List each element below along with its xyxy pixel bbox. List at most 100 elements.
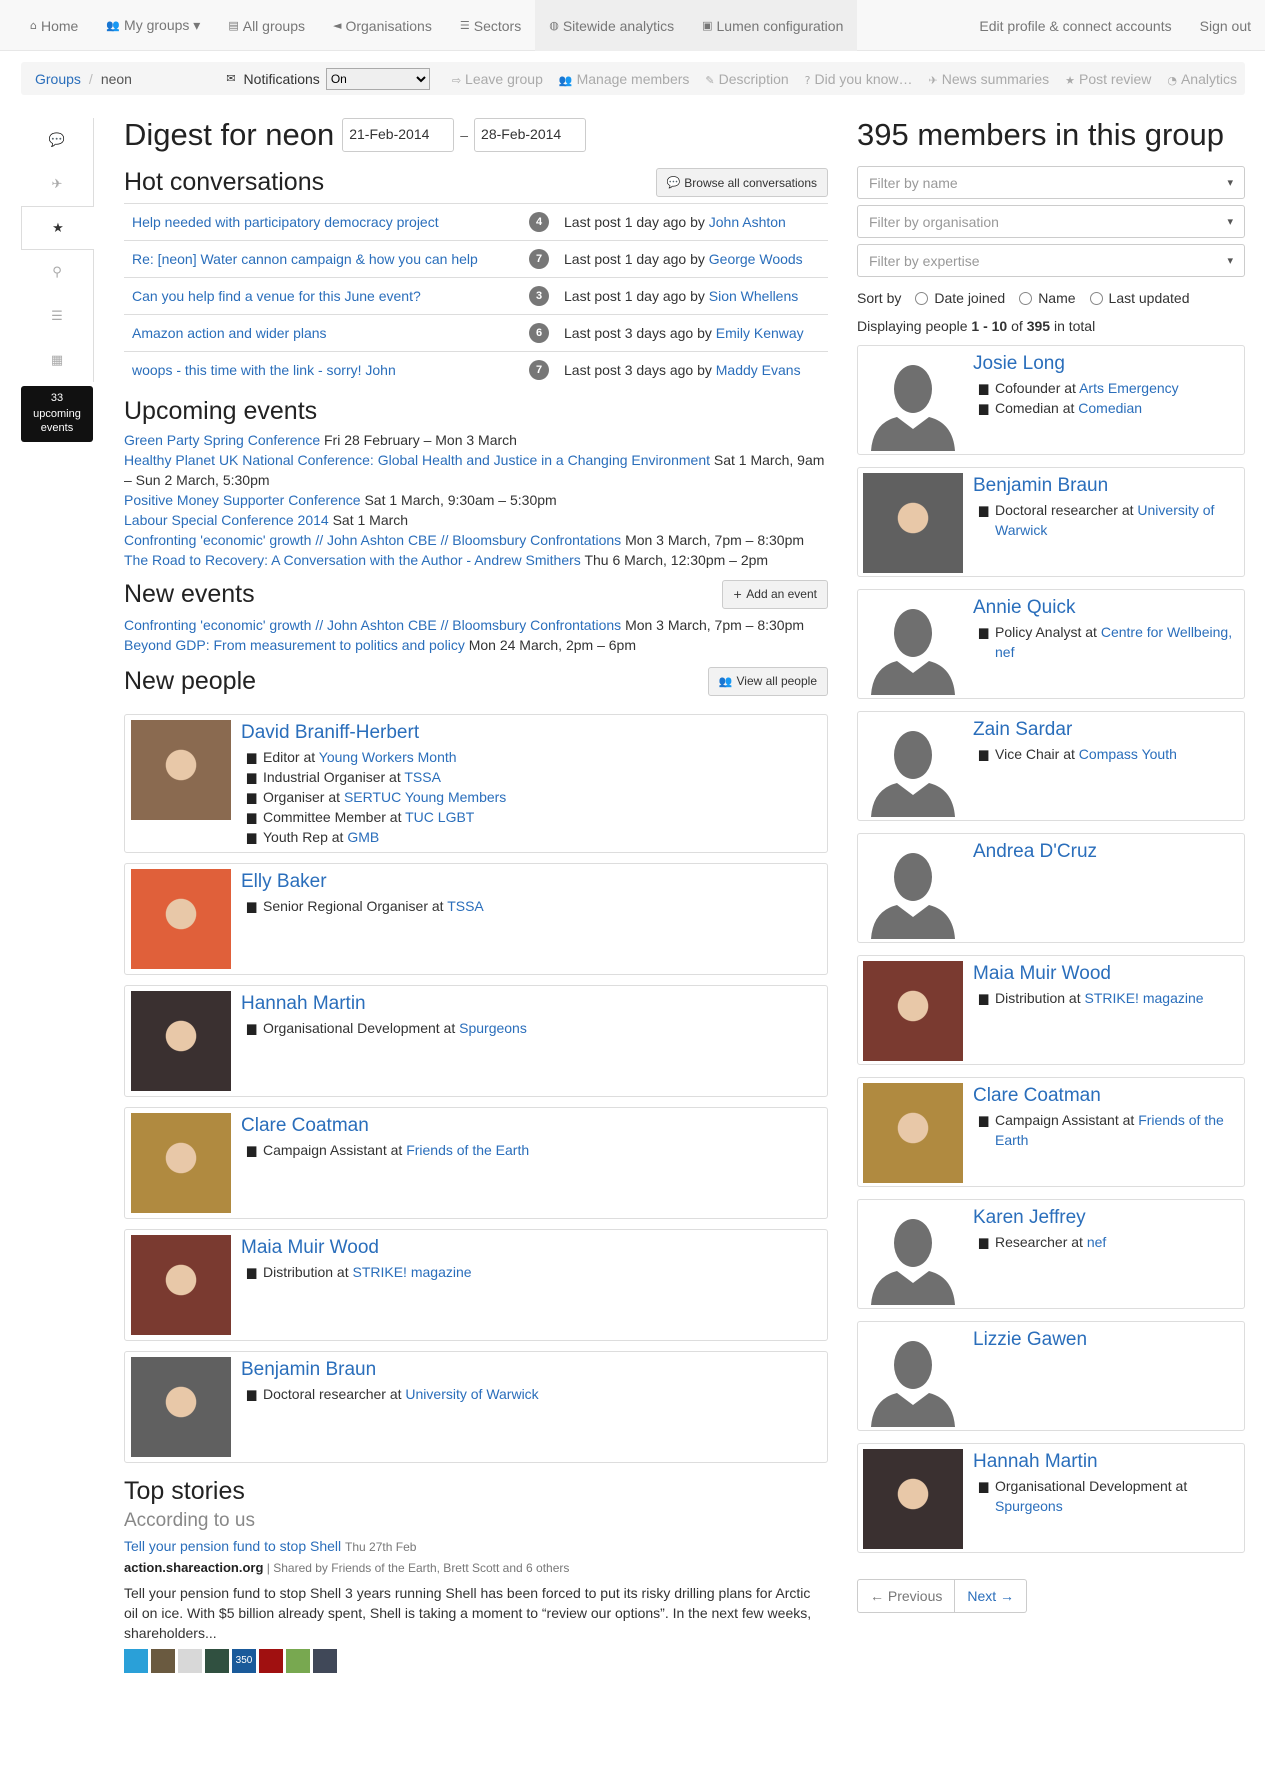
event-link[interactable]: The Road to Recovery: A Conversation wit…: [124, 552, 581, 568]
nav-lumen-configuration[interactable]: ▣ Lumen configuration: [688, 0, 858, 51]
date-to-input[interactable]: 28-Feb-2014: [474, 118, 587, 152]
role-organisation[interactable]: TUC LGBT: [405, 809, 474, 825]
tool-news-summaries[interactable]: ✈ News summaries: [921, 71, 1058, 87]
sort-radio-name[interactable]: [1019, 291, 1033, 305]
role-organisation[interactable]: Compass Youth: [1079, 746, 1177, 762]
member-name[interactable]: Hannah Martin: [973, 1451, 1239, 1473]
next-page-button[interactable]: Next →: [955, 1579, 1028, 1613]
nav-all-groups[interactable]: ▤ All groups: [214, 0, 319, 51]
tool-leave-group[interactable]: ⇨ Leave group: [444, 71, 551, 87]
role-organisation[interactable]: TSSA: [447, 898, 484, 914]
sharer-avatar[interactable]: 350: [232, 1648, 256, 1673]
notifications-select[interactable]: On: [325, 67, 430, 90]
sharer-avatar[interactable]: [205, 1648, 229, 1673]
role-organisation[interactable]: nef: [1087, 1234, 1106, 1250]
sharer-avatar[interactable]: [151, 1648, 175, 1673]
sidenav-twitter[interactable]: ✈: [21, 162, 94, 206]
nav-sectors[interactable]: ☰ Sectors: [446, 0, 535, 51]
sort-radio-last-updated[interactable]: [1089, 291, 1103, 305]
sidenav-calendar[interactable]: ▦: [21, 338, 94, 382]
event-link[interactable]: Labour Special Conference 2014: [124, 512, 329, 528]
sharer-avatar[interactable]: [313, 1648, 337, 1673]
last-post-author[interactable]: George Woods: [709, 251, 803, 267]
event-link[interactable]: Positive Money Supporter Conference: [124, 492, 361, 508]
nav-sign-out[interactable]: Sign out: [1186, 0, 1265, 51]
role-organisation[interactable]: STRIKE! magazine: [352, 1264, 471, 1280]
upcoming-events-title: Upcoming events: [124, 396, 318, 425]
member-name[interactable]: Maia Muir Wood: [973, 963, 1239, 985]
member-name[interactable]: Clare Coatman: [973, 1085, 1239, 1107]
event-link[interactable]: Confronting 'economic' growth // John As…: [124, 617, 621, 633]
sidenav-list[interactable]: ☰: [21, 294, 94, 338]
sharer-avatar[interactable]: [124, 1648, 148, 1673]
story-headline[interactable]: Tell your pension fund to stop Shell: [124, 1538, 341, 1554]
role-organisation[interactable]: Young Workers Month: [319, 749, 457, 765]
sidenav-map-marker[interactable]: ⚲: [21, 250, 94, 294]
event-link[interactable]: Healthy Planet UK National Conference: G…: [124, 452, 710, 468]
nav-my-groups[interactable]: 👥 My groups ▾: [92, 0, 214, 51]
person-name[interactable]: Benjamin Braun: [241, 1359, 539, 1381]
add-event-button[interactable]: + Add an event: [722, 579, 828, 609]
role-organisation[interactable]: Spurgeons: [459, 1020, 527, 1036]
role-organisation[interactable]: SERTUC Young Members: [344, 789, 506, 805]
breadcrumb-groups[interactable]: Groups: [35, 71, 81, 87]
upcoming-events-badge[interactable]: 33 upcoming events: [21, 386, 93, 442]
tool-did-you-know[interactable]: ? Did you know…: [797, 71, 921, 87]
role-organisation[interactable]: Friends of the Earth: [406, 1142, 529, 1158]
sort-radio-date-joined[interactable]: [915, 291, 929, 305]
member-name[interactable]: Josie Long: [973, 353, 1239, 375]
tool-analytics[interactable]: ◔ Analytics: [1159, 71, 1245, 87]
role-organisation[interactable]: Comedian: [1078, 400, 1142, 416]
member-name[interactable]: Benjamin Braun: [973, 475, 1239, 497]
tool-label: Analytics: [1180, 70, 1237, 87]
last-post-author[interactable]: John Ashton: [709, 214, 786, 230]
browse-conversations-button[interactable]: 💬 Browse all conversations: [655, 168, 828, 197]
role-organisation[interactable]: Spurgeons: [995, 1498, 1063, 1514]
member-name[interactable]: Andrea D'Cruz: [973, 841, 1239, 863]
event-link[interactable]: Confronting 'economic' growth // John As…: [124, 532, 621, 548]
role-organisation[interactable]: Arts Emergency: [1079, 380, 1179, 396]
person-name[interactable]: Hannah Martin: [241, 993, 527, 1015]
filter-filter-by-expertise[interactable]: Filter by expertise ▾: [857, 244, 1245, 277]
previous-page-button[interactable]: ← Previous: [857, 1579, 956, 1613]
event-link[interactable]: Green Party Spring Conference: [124, 432, 320, 448]
member-name[interactable]: Karen Jeffrey: [973, 1207, 1239, 1229]
conversation-title[interactable]: Help needed with participatory democracy…: [132, 214, 439, 230]
person-name[interactable]: David Braniff-Herbert: [241, 722, 506, 744]
role-organisation[interactable]: GMB: [347, 829, 379, 845]
role-title: Industrial Organiser at: [263, 768, 401, 785]
sharer-avatar[interactable]: [286, 1648, 310, 1673]
view-all-people-button[interactable]: 👥 View all people: [707, 666, 828, 696]
last-post-author[interactable]: Maddy Evans: [716, 362, 801, 378]
role-organisation[interactable]: TSSA: [404, 769, 441, 785]
member-name[interactable]: Lizzie Gawen: [973, 1329, 1239, 1351]
sidenav-comments[interactable]: 💬: [21, 118, 94, 162]
last-post-author[interactable]: Sion Whellens: [709, 288, 799, 304]
sharer-avatar[interactable]: [259, 1648, 283, 1673]
sidenav-star[interactable]: ★: [21, 206, 94, 250]
member-name[interactable]: Zain Sardar: [973, 719, 1239, 741]
nav-sitewide-analytics[interactable]: ◍ Sitewide analytics: [535, 0, 689, 51]
event-link[interactable]: Beyond GDP: From measurement to politics…: [124, 637, 465, 653]
nav-edit-profile[interactable]: Edit profile & connect accounts: [965, 0, 1185, 51]
person-name[interactable]: Elly Baker: [241, 871, 484, 893]
role-organisation[interactable]: University of Warwick: [405, 1386, 538, 1402]
nav-organisations[interactable]: ◄ Organisations: [319, 0, 446, 51]
tool-manage-members[interactable]: 👥 Manage members: [551, 71, 698, 87]
nav-home[interactable]: ⌂ Home: [16, 0, 92, 51]
conversation-title[interactable]: Amazon action and wider plans: [132, 325, 327, 341]
conversation-title[interactable]: Re: [neon] Water cannon campaign & how y…: [132, 251, 478, 267]
sharer-avatar[interactable]: [178, 1648, 202, 1673]
tool-post-review[interactable]: ★ Post review: [1057, 71, 1159, 87]
tool-description[interactable]: ✎ Description: [697, 71, 796, 87]
conversation-title[interactable]: Can you help find a venue for this June …: [132, 288, 421, 304]
person-name[interactable]: Maia Muir Wood: [241, 1237, 472, 1259]
person-name[interactable]: Clare Coatman: [241, 1115, 529, 1137]
date-from-input[interactable]: 21-Feb-2014: [342, 118, 455, 152]
member-name[interactable]: Annie Quick: [973, 597, 1239, 619]
conversation-title[interactable]: woops - this time with the link - sorry!…: [132, 362, 396, 378]
filter-filter-by-organisation[interactable]: Filter by organisation ▾: [857, 205, 1245, 238]
role-organisation[interactable]: STRIKE! magazine: [1084, 990, 1203, 1006]
filter-filter-by-name[interactable]: Filter by name ▾: [857, 166, 1245, 199]
last-post-author[interactable]: Emily Kenway: [716, 325, 804, 341]
